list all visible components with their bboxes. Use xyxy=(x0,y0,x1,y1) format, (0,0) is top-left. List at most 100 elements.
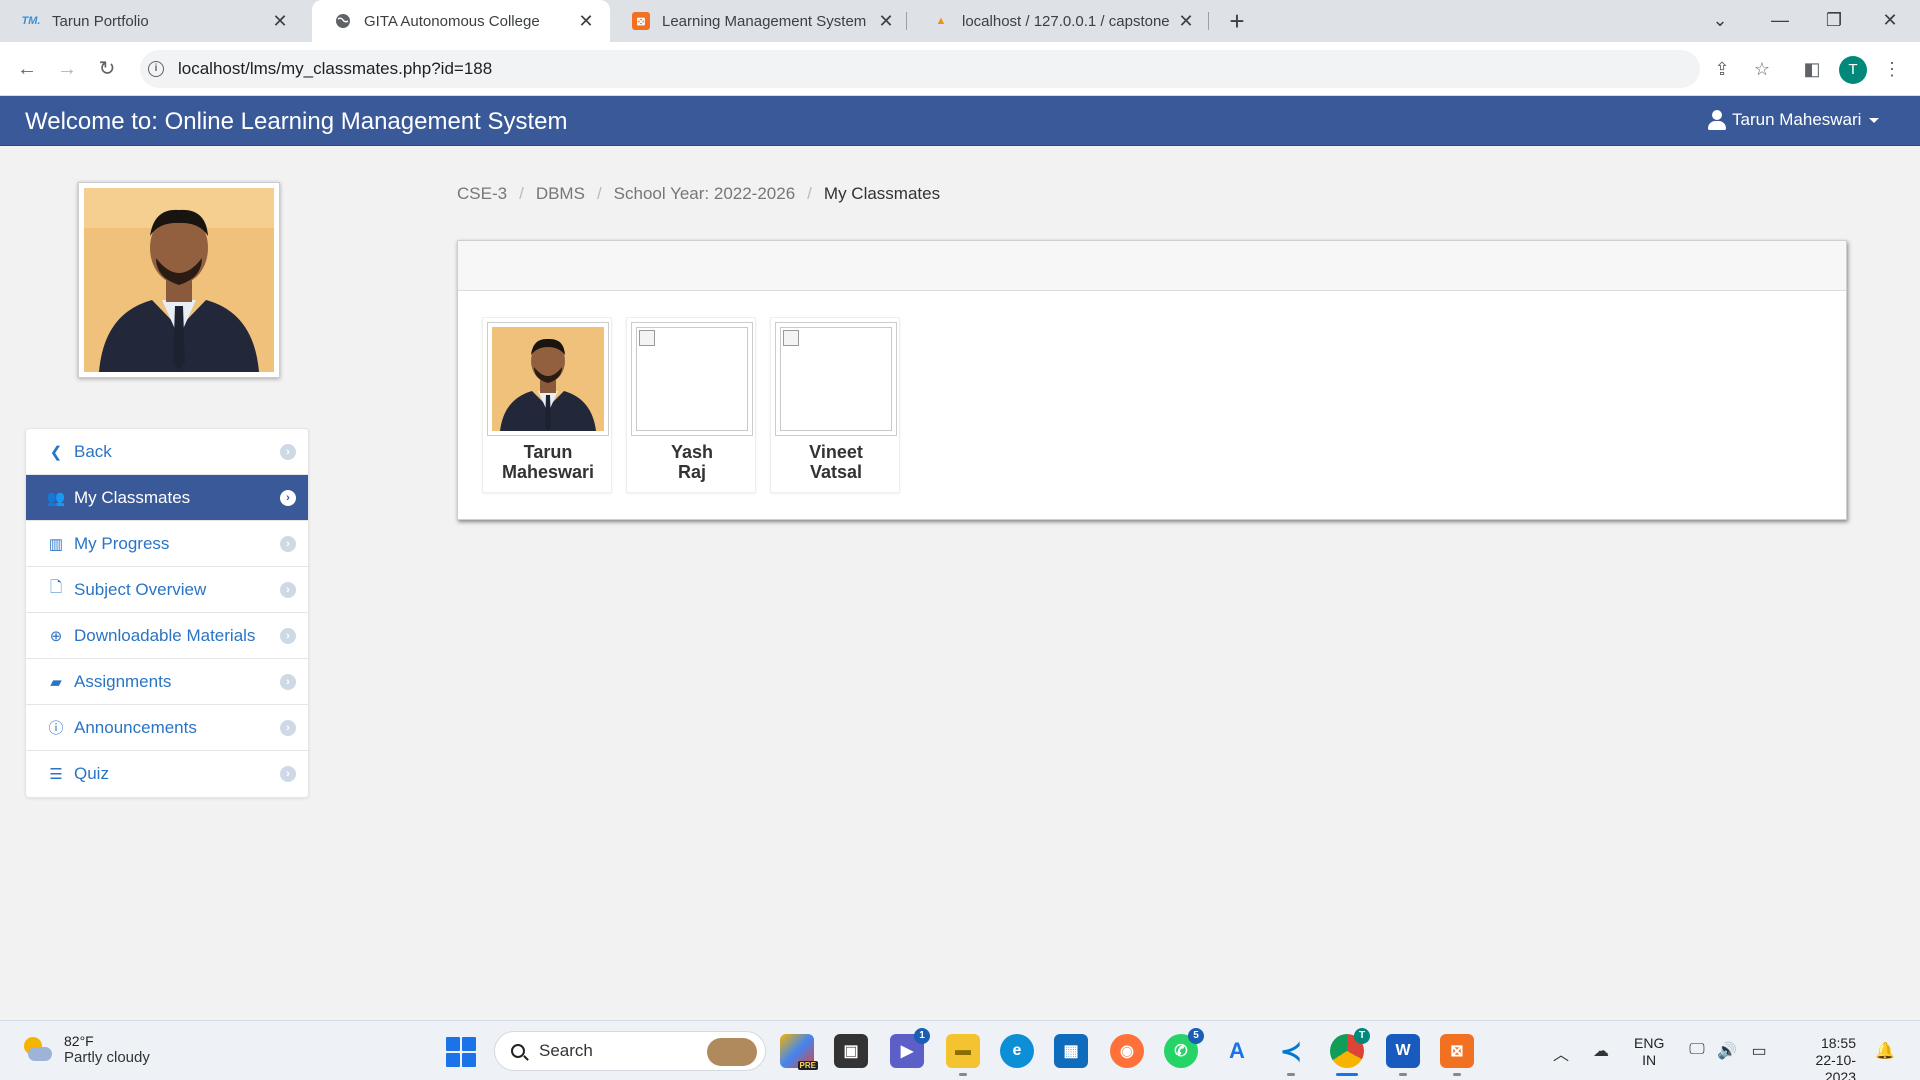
info-icon: ⓘ xyxy=(48,720,64,737)
tab-title: Tarun Portfolio xyxy=(52,12,149,30)
tab-lms[interactable]: ⊠ Learning Management System ✕ xyxy=(610,0,910,42)
sidebar-item-my-progress[interactable]: ▥ My Progress › xyxy=(26,521,308,567)
teams-badge: 1 xyxy=(914,1028,930,1044)
breadcrumb-item[interactable]: DBMS xyxy=(536,184,585,204)
tab-phpmyadmin[interactable]: ▲ localhost / 127.0.0.1 / capstone ✕ xyxy=(910,0,1210,42)
tab-title: GITA Autonomous College xyxy=(364,12,540,30)
globe-icon xyxy=(334,12,352,30)
vscode-icon[interactable]: ≺ xyxy=(1274,1034,1308,1068)
bookmark-star-icon[interactable]: ☆ xyxy=(1749,56,1775,82)
breadcrumb-separator: / xyxy=(807,184,812,203)
battery-icon[interactable]: ▭ xyxy=(1748,1041,1770,1061)
forward-arrow-icon[interactable]: → xyxy=(52,54,82,84)
partly-cloudy-icon xyxy=(22,1035,52,1065)
share-icon[interactable]: ⇪ xyxy=(1709,56,1735,82)
taskbar-search-label: Search xyxy=(539,1041,593,1060)
classmate-card[interactable]: Vineet Vatsal xyxy=(770,317,900,493)
sidebar-item-announcements[interactable]: ⓘ Announcements › xyxy=(26,705,308,751)
tab-tarun-portfolio[interactable]: TM. Tarun Portfolio ✕ xyxy=(0,0,304,42)
side-panel-icon[interactable]: ◧ xyxy=(1799,56,1825,82)
sidebar-item-back[interactable]: ❮ Back › xyxy=(26,429,308,475)
task-view-icon[interactable]: ▣ xyxy=(834,1034,868,1068)
clock-time: 18:55 xyxy=(1820,1035,1856,1051)
teams-icon[interactable]: ▶ 1 xyxy=(890,1028,930,1068)
chrome-profile-badge: T xyxy=(1354,1028,1370,1044)
sidebar-item-my-classmates[interactable]: 👥 My Classmates › xyxy=(26,475,308,521)
url-text[interactable]: localhost/lms/my_classmates.php?id=188 xyxy=(178,59,492,79)
close-window-icon[interactable]: ✕ xyxy=(1860,0,1920,40)
address-bar[interactable]: i localhost/lms/my_classmates.php?id=188 xyxy=(140,50,1700,88)
close-tab-icon[interactable]: ✕ xyxy=(876,11,896,32)
close-tab-icon[interactable]: ✕ xyxy=(576,11,596,32)
translate-icon[interactable]: A xyxy=(1220,1034,1254,1068)
back-arrow-icon[interactable]: ← xyxy=(12,54,42,84)
sidebar-item-quiz[interactable]: ☰ Quiz › xyxy=(26,751,308,797)
chevron-circle-right-icon: › xyxy=(280,490,296,506)
weather-temp: 82°F xyxy=(64,1033,94,1049)
tab-separator xyxy=(1208,12,1209,30)
sidebar-item-label: Assignments xyxy=(74,671,172,691)
sidebar-item-subject-overview[interactable]: 🗋 Subject Overview › xyxy=(26,567,308,613)
volume-icon[interactable]: 🔊 xyxy=(1716,1041,1738,1061)
tab-search-icon[interactable]: ⌄ xyxy=(1690,0,1750,40)
chevron-circle-right-icon: › xyxy=(280,766,296,782)
user-menu[interactable]: Tarun Maheswari xyxy=(1708,110,1880,130)
sidebar-item-assignments[interactable]: ▰ Assignments › xyxy=(26,659,308,705)
app-brand[interactable]: Welcome to: Online Learning Management S… xyxy=(25,108,568,136)
classmate-photo-image xyxy=(492,327,604,431)
close-tab-icon[interactable]: ✕ xyxy=(1176,11,1196,32)
copilot-preview-icon[interactable]: PRE xyxy=(780,1034,818,1070)
chrome-icon[interactable]: T xyxy=(1330,1028,1370,1068)
firefox-icon[interactable]: ◉ xyxy=(1110,1034,1144,1068)
weather-desc: Partly cloudy xyxy=(64,1049,150,1066)
weather-widget[interactable]: 82°F Partly cloudy xyxy=(22,1033,150,1066)
browser-tab-bar: TM. Tarun Portfolio ✕ GITA Autonomous Co… xyxy=(0,0,1920,42)
notification-bell-icon[interactable]: 🔔 xyxy=(1874,1041,1896,1061)
xampp-icon[interactable]: ⊠ xyxy=(1440,1034,1474,1068)
taskbar-search[interactable]: Search xyxy=(494,1031,766,1071)
windows-start-icon[interactable] xyxy=(446,1037,476,1067)
restore-icon[interactable]: ❐ xyxy=(1804,0,1864,40)
tarun-portfolio-favicon-icon: TM. xyxy=(21,15,41,27)
download-icon: ⊕ xyxy=(49,627,63,645)
windows-taskbar: 82°F Partly cloudy Search PRE ▣ ▶ 1 ▬ e ▦… xyxy=(0,1020,1920,1080)
language-indicator[interactable]: ENG IN xyxy=(1634,1035,1664,1069)
running-indicator xyxy=(959,1073,967,1076)
file-explorer-icon[interactable]: ▬ xyxy=(946,1034,980,1068)
chevron-circle-right-icon: › xyxy=(280,444,296,460)
edge-icon[interactable]: e xyxy=(1000,1034,1034,1068)
clock[interactable]: 18:55 22-10-2023 xyxy=(1786,1035,1856,1080)
site-info-icon[interactable]: i xyxy=(148,61,164,77)
chevron-circle-right-icon: › xyxy=(280,536,296,552)
bar-chart-icon: ▥ xyxy=(48,535,64,553)
word-icon[interactable]: W xyxy=(1386,1034,1420,1068)
breadcrumb-item[interactable]: CSE-3 xyxy=(457,184,507,204)
onedrive-cloud-icon[interactable]: ☁ xyxy=(1590,1041,1612,1061)
browser-profile-avatar[interactable]: T xyxy=(1839,56,1867,84)
sidebar-item-downloadable-materials[interactable]: ⊕ Downloadable Materials › xyxy=(26,613,308,659)
browser-menu-icon[interactable]: ⋮ xyxy=(1879,56,1905,82)
whatsapp-icon[interactable]: ✆ 5 xyxy=(1164,1028,1204,1068)
classmate-name: Tarun Maheswari xyxy=(483,442,613,482)
xampp-icon: ⊠ xyxy=(632,12,650,30)
clock-date: 22-10-2023 xyxy=(1815,1052,1856,1080)
chevron-up-icon[interactable]: ︿ xyxy=(1550,1041,1572,1064)
classmate-name: Yash Raj xyxy=(627,442,757,482)
network-icon[interactable]: 🖵 xyxy=(1686,1041,1708,1061)
classmate-last-name: Raj xyxy=(677,462,706,482)
chevron-circle-right-icon: › xyxy=(280,628,296,644)
sidebar-item-label: Announcements xyxy=(74,717,197,737)
copilot-pre-label: PRE xyxy=(797,1061,818,1070)
minimize-icon[interactable]: — xyxy=(1750,0,1810,40)
breadcrumb-separator: / xyxy=(519,184,524,203)
region-code: IN xyxy=(1642,1052,1657,1068)
store-icon[interactable]: ▦ xyxy=(1054,1034,1088,1068)
book-icon: ▰ xyxy=(50,673,62,691)
close-tab-icon[interactable]: ✕ xyxy=(270,11,290,32)
classmate-card[interactable]: Yash Raj xyxy=(626,317,756,493)
reload-icon[interactable]: ↻ xyxy=(92,54,122,84)
tab-gita-college[interactable]: GITA Autonomous College ✕ xyxy=(312,0,610,42)
classmate-card[interactable]: Tarun Maheswari xyxy=(482,317,612,493)
breadcrumb-item[interactable]: School Year: 2022-2026 xyxy=(614,184,796,204)
new-tab-button[interactable]: + xyxy=(1222,6,1252,36)
